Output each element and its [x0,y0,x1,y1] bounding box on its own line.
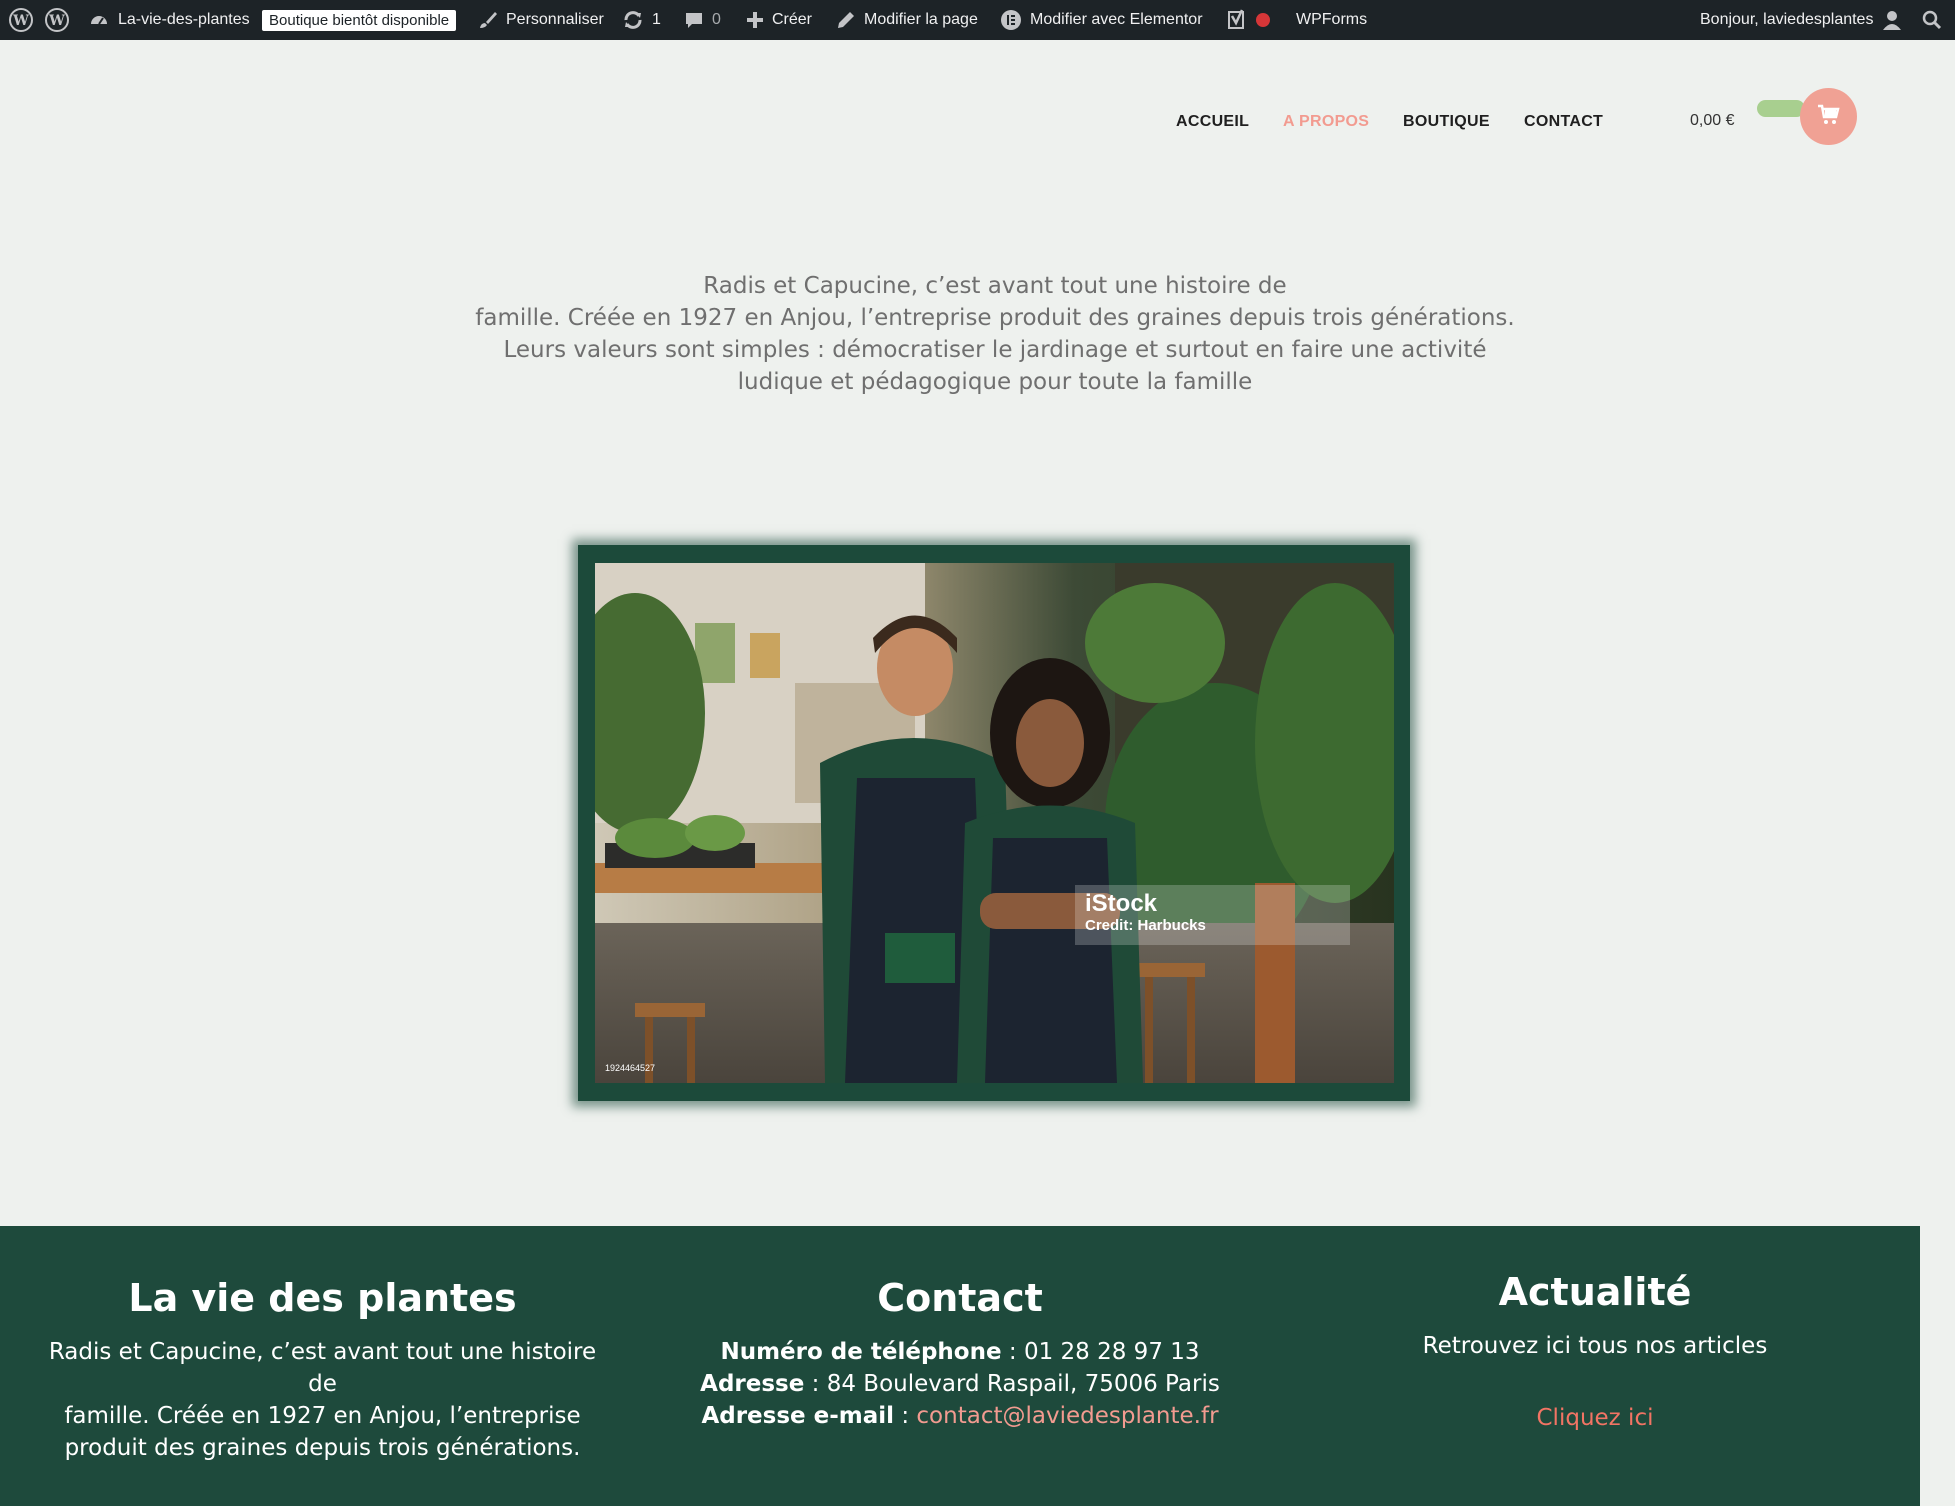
shop-status-badge[interactable]: Boutique bientôt disponible [262,0,457,40]
site-footer: La vie des plantes Radis et Capucine, c’… [0,1226,1920,1506]
footer-about-line: Radis et Capucine, c’est avant tout une … [48,1339,597,1365]
edit-page-link[interactable]: Modifier la page [836,0,978,40]
plus-icon [746,11,764,29]
footer-news: Actualité Retrouvez ici tous nos article… [1370,1270,1820,1434]
cart-button[interactable] [1800,88,1857,145]
customize-link[interactable]: Personnaliser [478,0,604,40]
yoast-seo-link[interactable] [1226,0,1270,40]
nav-a-propos[interactable]: A PROPOS [1283,113,1369,131]
site-name-link[interactable]: La-vie-des-plantes [88,0,250,40]
wpforms-link[interactable]: WPForms [1296,0,1367,40]
wpforms-label: WPForms [1296,11,1368,28]
footer-news-text: Retrouvez ici tous nos articles [1422,1333,1768,1359]
updates-link[interactable]: 1 [622,0,661,40]
footer-contact-title: Contact [877,1276,1043,1320]
footer-about-text: Radis et Capucine, c’est avant tout une … [30,1336,615,1464]
istock-watermark: iStock Credit: Harbucks [1075,885,1350,945]
cart-toggle-pill [1757,100,1805,117]
footer-contact: Contact Numéro de téléphone : 01 28 28 9… [650,1276,1270,1432]
paintbrush-icon [478,10,498,30]
contact-address: Adresse : 84 Boulevard Raspail, 75006 Pa… [650,1368,1270,1400]
nav-boutique[interactable]: BOUTIQUE [1403,113,1490,131]
about-intro: Radis et Capucine, c’est avant tout une … [420,270,1570,398]
intro-line: famille. Créée en 1927 en Anjou, l’entre… [475,305,1515,331]
customize-label: Personnaliser [506,11,604,28]
svg-text:W: W [12,13,29,29]
svg-text:W: W [48,13,65,29]
photo-credit: Credit: Harbucks [1085,917,1206,934]
seo-status-dot-icon [1256,13,1270,27]
email-label: Adresse e-mail [701,1403,895,1429]
edit-elementor-label: Modifier avec Elementor [1030,11,1203,28]
shop-status-label: Boutique bientôt disponible [262,9,457,31]
greeting-text: Bonjour, laviedesplantes [1700,11,1874,28]
create-link[interactable]: Créer [746,0,812,40]
photo-id: 1924464527 [605,1063,656,1073]
nav-contact[interactable]: CONTACT [1524,113,1603,131]
address-label: Adresse [700,1371,805,1397]
contact-email: Adresse e-mail : contact@laviedesplante.… [650,1400,1270,1432]
wordpress-logo-icon[interactable]: W [8,0,34,40]
admin-bar: W W La-vie-des-plantes Boutique bientôt … [0,0,1955,40]
cart-icon [1817,104,1841,130]
intro-line: ludique et pédagogique pour toute la fam… [737,369,1253,395]
edit-page-label: Modifier la page [864,11,978,28]
user-avatar-icon [1881,9,1903,31]
pencil-icon [836,10,856,30]
comments-count: 0 [712,11,721,28]
updates-count: 1 [652,11,661,28]
site-name: La-vie-des-plantes [118,11,250,28]
footer-about-line: de [308,1371,337,1397]
edit-elementor-link[interactable]: Modifier avec Elementor [1000,0,1203,40]
istock-logo: iStock [1085,890,1158,917]
footer-about: La vie des plantes Radis et Capucine, c’… [30,1276,615,1464]
phone-label: Numéro de téléphone [720,1339,1002,1365]
contact-phone: Numéro de téléphone : 01 28 28 97 13 [650,1336,1270,1368]
wordpress-menu-icon[interactable]: W [44,0,70,40]
elementor-icon [1000,9,1022,31]
address-value: : 84 Boulevard Raspail, 75006 Paris [804,1371,1220,1397]
create-label: Créer [772,11,813,28]
account-menu[interactable]: Bonjour, laviedesplantes [1700,0,1903,40]
news-link[interactable]: Cliquez ici [1370,1402,1820,1434]
comment-icon [684,10,704,30]
intro-line: Leurs valeurs sont simples : démocratise… [503,337,1487,363]
email-link[interactable]: contact@laviedesplante.fr [916,1403,1218,1429]
cart-total[interactable]: 0,00 € [1690,112,1734,130]
footer-contact-details: Numéro de téléphone : 01 28 28 97 13 Adr… [650,1336,1270,1432]
comments-link[interactable]: 0 [684,0,721,40]
phone-number: : 01 28 28 97 13 [1001,1339,1200,1365]
team-photo: iStock Credit: Harbucks 1924464527 [595,563,1394,1083]
team-photo-frame: iStock Credit: Harbucks 1924464527 [578,545,1410,1101]
intro-line: Radis et Capucine, c’est avant tout une … [703,273,1287,299]
search-icon[interactable] [1922,0,1942,40]
updates-icon [622,9,644,31]
footer-about-line: produit des graines depuis trois générat… [64,1435,581,1461]
footer-about-title: La vie des plantes [128,1276,517,1320]
footer-about-line: famille. Créée en 1927 en Anjou, l’entre… [64,1403,581,1429]
footer-news-title: Actualité [1498,1270,1692,1314]
yoast-icon [1226,9,1248,31]
email-separator: : [894,1403,917,1429]
nav-accueil[interactable]: ACCUEIL [1176,113,1249,131]
dashboard-icon [88,9,110,31]
